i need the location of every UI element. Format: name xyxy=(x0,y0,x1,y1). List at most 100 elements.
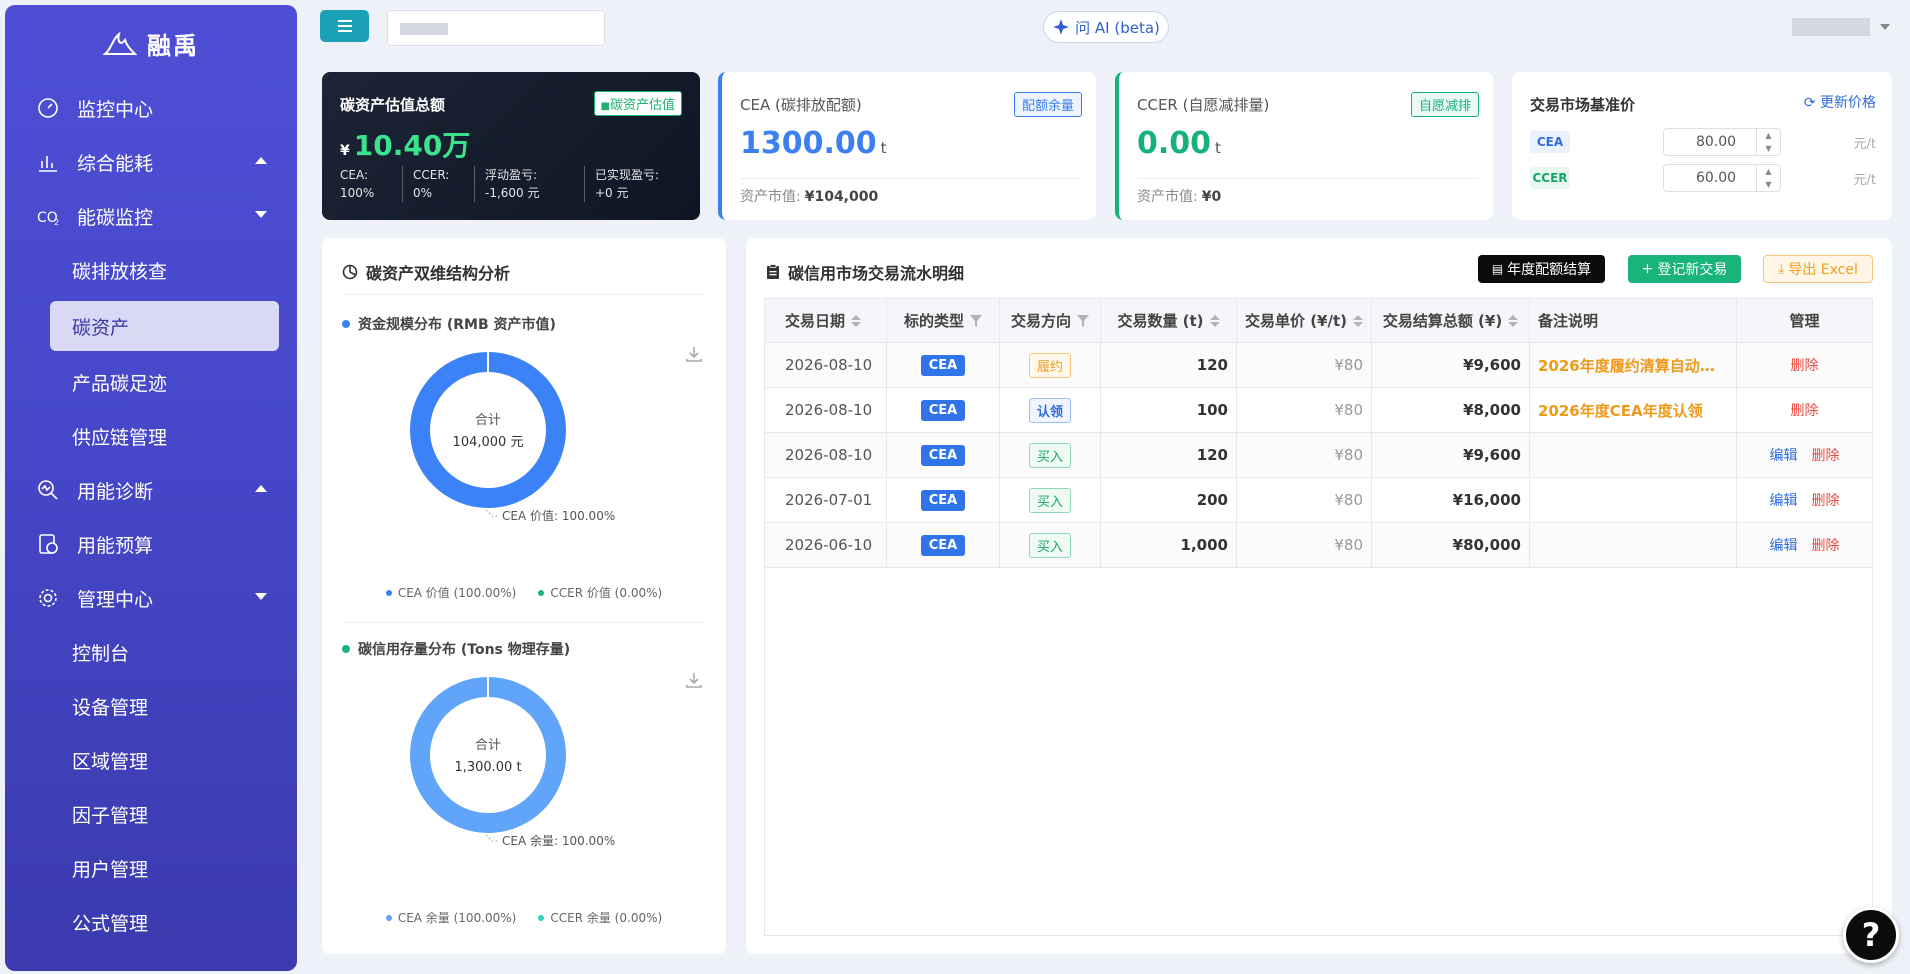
sidebar-subitem[interactable]: 碳排放核查 xyxy=(5,243,297,297)
menu-toggle-button[interactable] xyxy=(320,10,369,42)
sidebar-subitem[interactable]: 区域管理 xyxy=(5,733,297,787)
user-name-redacted[interactable] xyxy=(1792,18,1870,36)
sidebar-item-3[interactable]: 用能诊断 xyxy=(5,463,297,517)
brand-logo[interactable]: 融禹 xyxy=(5,5,297,81)
search-input[interactable] xyxy=(387,10,605,46)
divider xyxy=(342,294,706,295)
register-transaction-button[interactable]: + 登记新交易 xyxy=(1628,255,1741,283)
table-header: 交易日期 标的类型 交易方向 交易数量 (t) 交易单价 (¥/t) 交易结算总… xyxy=(765,299,1872,343)
total-valuation-card: 碳资产估值总额 ■碳资产估值 ¥10.40万 CEA: 100% CCER: 0… xyxy=(322,72,700,220)
sidebar-subitem[interactable]: 产品碳足迹 xyxy=(5,355,297,409)
sidebar-item-0[interactable]: 监控中心 xyxy=(5,81,297,135)
delete-link[interactable]: 删除 xyxy=(1791,355,1819,375)
total-valuation-value: ¥10.40万 xyxy=(340,129,471,162)
clipboard-icon xyxy=(767,264,779,279)
gauge-icon xyxy=(35,95,61,121)
gear-icon xyxy=(35,585,61,611)
sidebar-item-1[interactable]: 综合能耗 xyxy=(5,135,297,189)
table-row: 2026-08-10 CEA 履约 120 ¥80 ¥9,600 2026年度履约清算自动扣… xyxy=(765,343,1872,388)
sidebar-subitem[interactable]: 碳资产 xyxy=(50,301,279,351)
delete-link[interactable]: 删除 xyxy=(1791,400,1819,420)
type-badge: CEA xyxy=(920,399,966,421)
delete-link[interactable]: 删除 xyxy=(1812,490,1840,510)
direction-tag: 买入 xyxy=(1028,487,1071,513)
col-direction[interactable]: 交易方向 xyxy=(1000,299,1101,342)
sidebar-subitem[interactable]: 用户管理 xyxy=(5,841,297,895)
cell-quantity: 200 xyxy=(1101,478,1237,522)
type-badge: CEA xyxy=(920,534,966,556)
slice-label: CEA 价值: 100.00% xyxy=(502,508,615,523)
sidebar-item-2[interactable]: CO 2 能碳监控 xyxy=(5,189,297,243)
price-stepper[interactable]: ▲ ▼ xyxy=(1756,165,1780,191)
cea-price-input[interactable]: 80.00 ▲ ▼ xyxy=(1663,128,1781,156)
col-note: 备注说明 xyxy=(1530,299,1737,342)
sidebar-subitem[interactable]: 供应链管理 xyxy=(5,409,297,463)
col-unit-price[interactable]: 交易单价 (¥/t) xyxy=(1237,299,1372,342)
download-icon: ⤓ xyxy=(1778,261,1785,277)
col-date[interactable]: 交易日期 xyxy=(765,299,887,342)
ccer-price-input[interactable]: 60.00 ▲ ▼ xyxy=(1663,164,1781,192)
cell-direction: 买入 xyxy=(1000,433,1101,477)
sidebar-subitem[interactable]: 控制台 xyxy=(5,625,297,679)
sidebar: 融禹 监控中心 综合能耗 CO 2 能碳监控 碳排放核查 碳资产 产品碳足迹 供应链管理 用能诊断… xyxy=(5,5,297,971)
stat-cea: CEA: 100% xyxy=(340,168,375,200)
market-price-card: 交易市场基准价 ⟳ 更新价格 CEA 80.00 ▲ ▼ 元/t CCER 60.0… xyxy=(1512,72,1892,220)
pie-slice-0[interactable] xyxy=(410,677,566,833)
refresh-icon: ⟳ xyxy=(1803,95,1820,111)
chevron-down-icon xyxy=(255,211,267,218)
fund-distribution-title: 资金规模分布 (RMB 资产市值) xyxy=(342,314,556,334)
refresh-price-button[interactable]: ⟳ 更新价格 xyxy=(1804,92,1876,112)
cell-date: 2026-08-10 xyxy=(765,433,887,477)
cea-card-title: CEA (碳排放配额) xyxy=(740,96,862,114)
chevron-down-icon: ▼ xyxy=(1765,180,1772,189)
type-badge: CEA xyxy=(920,489,966,511)
help-button[interactable]: ? xyxy=(1843,907,1899,963)
cell-total: ¥16,000 xyxy=(1372,478,1530,522)
tag-square-icon: ■ xyxy=(600,101,610,112)
sidebar-item-5[interactable]: 管理中心 xyxy=(5,571,297,625)
col-type[interactable]: 标的类型 xyxy=(887,299,1000,342)
col-total[interactable]: 交易结算总额 (¥) xyxy=(1372,299,1530,342)
delete-link[interactable]: 删除 xyxy=(1812,535,1840,555)
price-stepper[interactable]: ▲ ▼ xyxy=(1756,129,1780,155)
export-excel-button[interactable]: ⤓ 导出 Excel xyxy=(1763,255,1873,283)
sidebar-subitem[interactable]: 设备管理 xyxy=(5,679,297,733)
cell-type: CEA xyxy=(887,343,1000,387)
pie-slice-0[interactable] xyxy=(410,352,566,508)
stock-distribution-title: 碳信用存量分布 (Tons 物理存量) xyxy=(342,639,570,659)
valuation-stats: CEA: 100% CCER: 0% 浮动盈亏: -1,600 元 已实现盈亏:… xyxy=(340,166,688,202)
edit-link[interactable]: 编辑 xyxy=(1770,535,1798,555)
delete-link[interactable]: 删除 xyxy=(1812,445,1840,465)
cell-manage: 编辑 删除 xyxy=(1737,478,1872,522)
sidebar-item-4[interactable]: 用能预算 xyxy=(5,517,297,571)
calendar-icon: ▤ xyxy=(1491,262,1504,276)
price-unit: 元/t xyxy=(1853,172,1876,188)
sort-icon xyxy=(851,314,862,327)
edit-link[interactable]: 编辑 xyxy=(1770,445,1798,465)
cell-quantity: 1,000 xyxy=(1101,523,1237,567)
cell-direction: 买入 xyxy=(1000,478,1101,522)
legend-item-cea[interactable]: CEA 余量 (100.00%) xyxy=(385,909,516,926)
annual-settlement-button[interactable]: ▤ 年度配额结算 xyxy=(1478,255,1605,283)
cell-total: ¥80,000 xyxy=(1372,523,1530,567)
chevron-down-icon: ▼ xyxy=(1765,144,1772,153)
cell-direction: 认领 xyxy=(1000,388,1101,432)
label-leader-line xyxy=(485,509,498,517)
price-unit: 元/t xyxy=(1853,136,1876,152)
sidebar-subitem[interactable]: 公式管理 xyxy=(5,895,297,949)
structure-analysis-title: 碳资产双维结构分析 xyxy=(342,260,510,284)
col-quantity[interactable]: 交易数量 (t) xyxy=(1101,299,1237,342)
legend-item-ccer[interactable]: CCER 余量 (0.00%) xyxy=(538,909,662,926)
legend-item-cea[interactable]: CEA 价值 (100.00%) xyxy=(385,584,516,601)
cell-direction: 买入 xyxy=(1000,523,1101,567)
legend-item-ccer[interactable]: CCER 价值 (0.00%) xyxy=(538,584,662,601)
sidebar-subitem[interactable]: 因子管理 xyxy=(5,787,297,841)
chevron-up-icon xyxy=(255,157,267,164)
ccer-card-value: 0.00 t xyxy=(1137,126,1221,161)
cell-manage: 删除 xyxy=(1737,343,1872,387)
edit-link[interactable]: 编辑 xyxy=(1770,490,1798,510)
pie-chart-icon xyxy=(342,264,358,280)
ask-ai-button[interactable]: 问 AI (beta) xyxy=(1043,11,1169,43)
chevron-down-icon[interactable] xyxy=(1880,24,1890,30)
sidebar-item-label: 能碳监控 xyxy=(77,206,154,229)
